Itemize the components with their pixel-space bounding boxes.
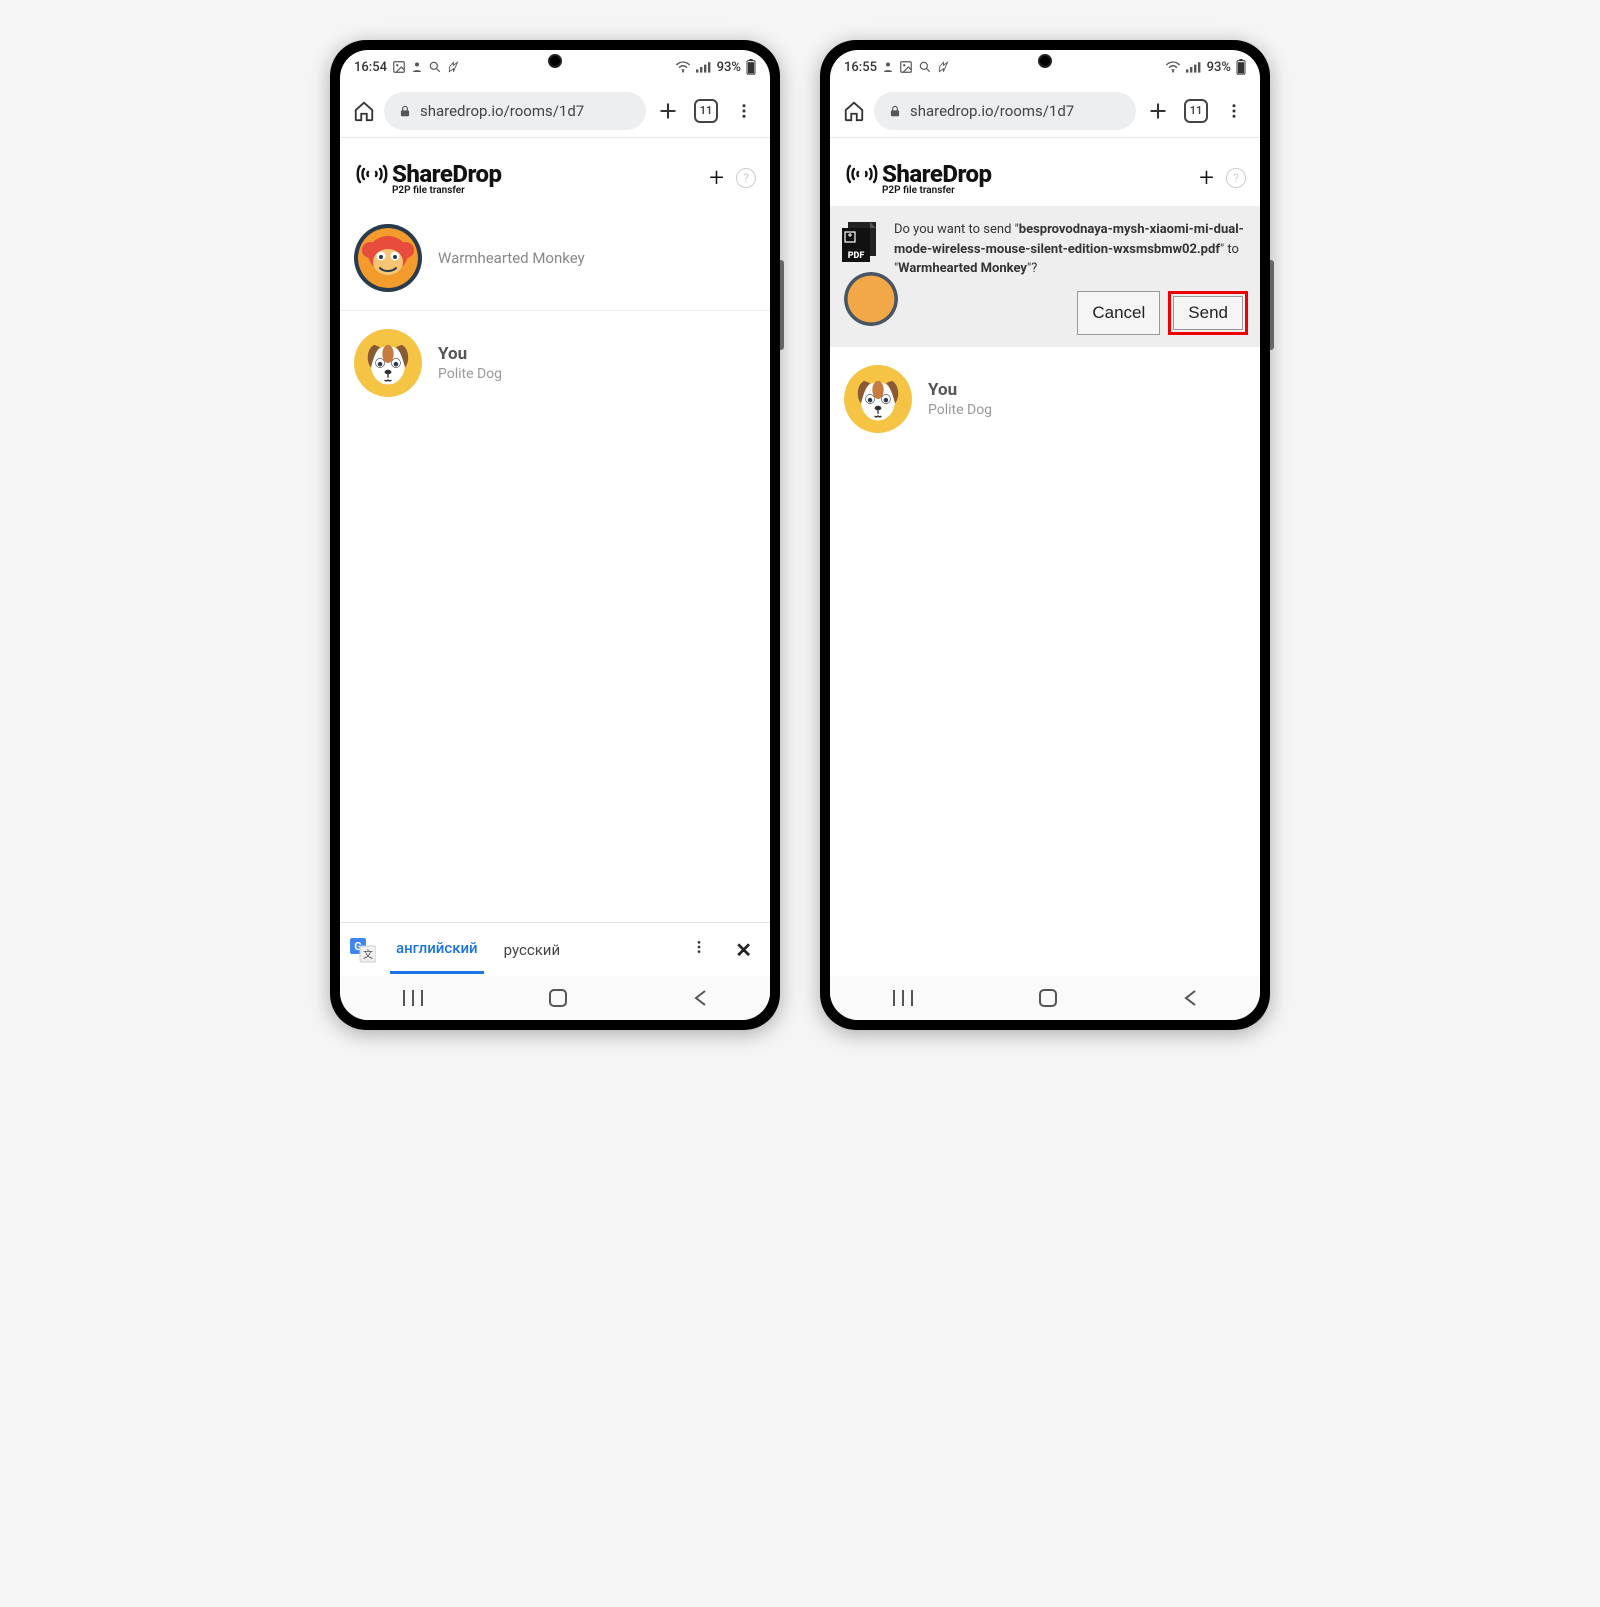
confirm-target: Warmhearted Monkey xyxy=(898,261,1027,276)
help-button[interactable]: ? xyxy=(736,168,756,188)
send-button-highlight: Send xyxy=(1168,291,1248,335)
self-avatar xyxy=(354,329,422,397)
address-bar[interactable]: sharedrop.io/rooms/1d7 xyxy=(874,92,1136,130)
recents-button[interactable] xyxy=(893,990,913,1006)
home-nav-button[interactable] xyxy=(1039,989,1057,1007)
clock: 16:55 xyxy=(844,60,877,75)
battery-pct: 93% xyxy=(717,60,741,75)
tab-count: 11 xyxy=(694,99,718,123)
peer-avatar-behind xyxy=(844,272,898,326)
signal-icon xyxy=(696,61,712,73)
signal-icon xyxy=(1186,61,1202,73)
android-navbar xyxy=(830,976,1260,1020)
translate-lang-english[interactable]: английский xyxy=(390,925,484,974)
logo-text: ShareDrop xyxy=(392,160,502,188)
logo-text: ShareDrop xyxy=(882,160,992,188)
translate-bar: G 文 английский русский ✕ xyxy=(340,922,770,976)
browser-menu-button[interactable] xyxy=(728,102,760,120)
app-header: ShareDrop P2P file transfer + ? xyxy=(830,138,1260,206)
svg-text:PDF: PDF xyxy=(848,251,865,261)
camera-hole xyxy=(1038,54,1052,68)
cancel-button[interactable]: Cancel xyxy=(1077,291,1160,335)
confirm-message: Do you want to send "besprovodnaya-mysh-… xyxy=(894,220,1248,279)
wifi-icon xyxy=(675,61,691,73)
new-tab-button[interactable] xyxy=(1142,101,1174,121)
lock-icon xyxy=(398,104,412,118)
self-name: Polite Dog xyxy=(928,402,992,418)
phone-right: 16:55 93% sharedrop.io/rooms/1d7 xyxy=(820,40,1270,1030)
battery-icon xyxy=(1236,59,1246,75)
add-room-button[interactable]: + xyxy=(1199,163,1214,193)
lock-icon xyxy=(888,104,902,118)
peer-row[interactable]: Warmhearted Monkey xyxy=(340,206,770,310)
add-room-button[interactable]: + xyxy=(709,163,724,193)
back-button[interactable] xyxy=(693,989,707,1007)
self-name: Polite Dog xyxy=(438,366,502,382)
screen: 16:55 93% sharedrop.io/rooms/1d7 xyxy=(830,50,1260,1020)
help-button[interactable]: ? xyxy=(1226,168,1246,188)
new-tab-button[interactable] xyxy=(652,101,684,121)
picture-icon xyxy=(899,60,913,74)
pdf-file-icon: PDF xyxy=(842,222,882,270)
home-button[interactable] xyxy=(350,100,378,122)
page-content: ShareDrop P2P file transfer + ? xyxy=(340,138,770,1020)
wifi-icon xyxy=(1165,61,1181,73)
url-text: sharedrop.io/rooms/1d7 xyxy=(420,102,584,120)
self-label: You xyxy=(928,380,992,400)
translate-lang-russian[interactable]: русский xyxy=(498,927,566,973)
picture-icon xyxy=(392,60,406,74)
home-nav-button[interactable] xyxy=(549,989,567,1007)
play-icon xyxy=(447,60,461,74)
page-content: ShareDrop P2P file transfer + ? xyxy=(830,138,1260,1020)
search-status-icon xyxy=(428,60,442,74)
send-confirm-panel: PDF Do you want to send "besprovodnaya-m… xyxy=(830,206,1260,347)
sharedrop-logo: ShareDrop P2P file transfer xyxy=(354,160,502,196)
browser-menu-button[interactable] xyxy=(1218,102,1250,120)
address-bar[interactable]: sharedrop.io/rooms/1d7 xyxy=(384,92,646,130)
self-row: You Polite Dog xyxy=(830,347,1260,451)
tab-count: 11 xyxy=(1184,99,1208,123)
browser-toolbar: sharedrop.io/rooms/1d7 11 xyxy=(340,84,770,138)
sharedrop-logo: ShareDrop P2P file transfer xyxy=(844,160,992,196)
recents-button[interactable] xyxy=(403,990,423,1006)
play-icon xyxy=(937,60,951,74)
search-status-icon xyxy=(918,60,932,74)
person-icon xyxy=(411,60,423,74)
clock: 16:54 xyxy=(354,60,387,75)
android-navbar xyxy=(340,976,770,1020)
translate-menu-button[interactable] xyxy=(685,939,713,960)
camera-hole xyxy=(548,54,562,68)
logo-subtitle: P2P file transfer xyxy=(392,185,502,196)
back-button[interactable] xyxy=(1183,989,1197,1007)
send-button[interactable]: Send xyxy=(1173,296,1243,330)
tabs-button[interactable]: 11 xyxy=(1180,99,1212,123)
peer-name: Warmhearted Monkey xyxy=(438,249,585,267)
self-label: You xyxy=(438,344,502,364)
signal-waves-icon xyxy=(354,162,390,186)
peer-avatar xyxy=(354,224,422,292)
phone-left: 16:54 93% sharedrop.io/rooms/1d7 xyxy=(330,40,780,1030)
translate-close-button[interactable]: ✕ xyxy=(727,938,760,962)
self-row: You Polite Dog xyxy=(340,311,770,415)
tabs-button[interactable]: 11 xyxy=(690,99,722,123)
google-translate-icon[interactable]: G 文 xyxy=(350,937,376,963)
app-header: ShareDrop P2P file transfer + ? xyxy=(340,138,770,206)
url-text: sharedrop.io/rooms/1d7 xyxy=(910,102,1074,120)
person-icon xyxy=(882,60,894,74)
logo-subtitle: P2P file transfer xyxy=(882,185,992,196)
battery-pct: 93% xyxy=(1207,60,1231,75)
self-avatar xyxy=(844,365,912,433)
screen: 16:54 93% sharedrop.io/rooms/1d7 xyxy=(340,50,770,1020)
battery-icon xyxy=(746,59,756,75)
home-button[interactable] xyxy=(840,100,868,122)
browser-toolbar: sharedrop.io/rooms/1d7 11 xyxy=(830,84,1260,138)
svg-text:文: 文 xyxy=(363,948,373,961)
signal-waves-icon xyxy=(844,162,880,186)
